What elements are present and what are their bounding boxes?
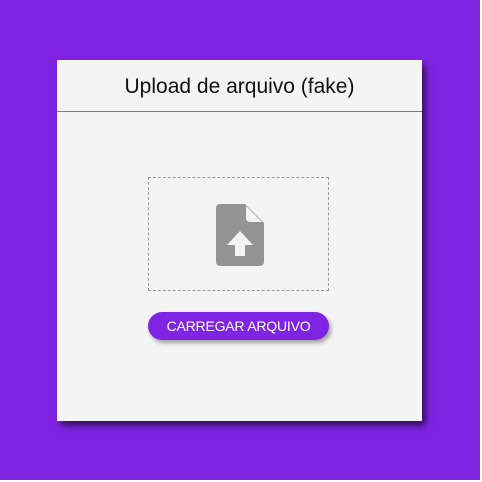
card-title: Upload de arquivo (fake) bbox=[124, 74, 355, 98]
page-background: Upload de arquivo (fake) CARREGAR ARQUIV… bbox=[0, 0, 480, 480]
card-header: Upload de arquivo (fake) bbox=[57, 60, 422, 112]
upload-file-button[interactable]: CARREGAR ARQUIVO bbox=[148, 312, 329, 340]
file-drop-zone[interactable] bbox=[148, 177, 329, 291]
upload-card: Upload de arquivo (fake) CARREGAR ARQUIV… bbox=[57, 60, 422, 421]
file-upload-icon bbox=[216, 204, 264, 266]
